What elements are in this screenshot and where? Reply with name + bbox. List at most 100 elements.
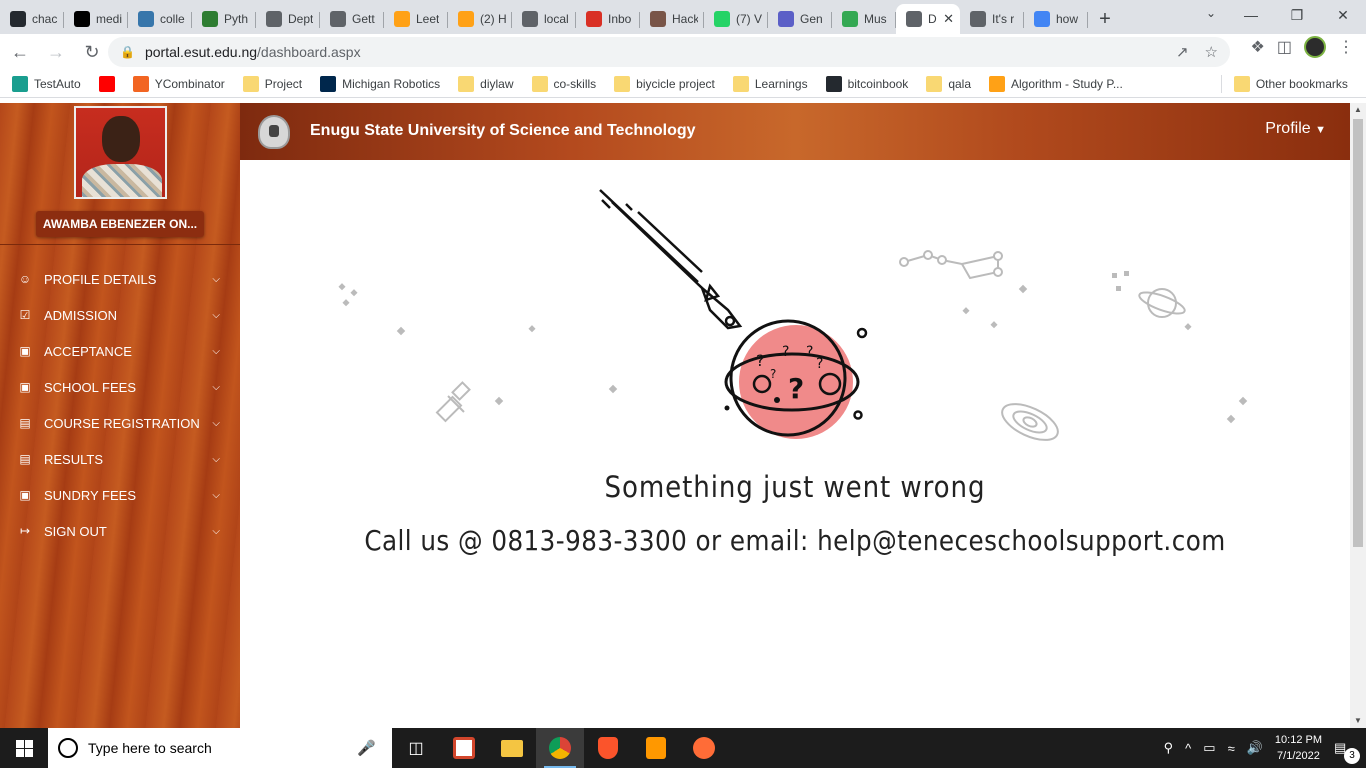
browser-tab[interactable]: D ✕ bbox=[896, 4, 960, 34]
browser-tab[interactable]: Pyth bbox=[192, 4, 256, 34]
browser-tab[interactable]: how bbox=[1024, 4, 1088, 34]
battery-icon[interactable]: ▭ bbox=[1203, 740, 1215, 756]
wifi-icon[interactable]: ≈ bbox=[1228, 741, 1235, 756]
task-view-icon[interactable]: ◫ bbox=[392, 728, 440, 768]
scroll-up-icon[interactable]: ▲ bbox=[1350, 103, 1366, 117]
sidebar: AWAMBA EBENEZER ON... ☺ PROFILE DETAILS ⌵ ☑… bbox=[0, 103, 240, 728]
browser-menu-icon[interactable]: ⋮ bbox=[1338, 37, 1354, 57]
signout-icon: ↦ bbox=[19, 524, 31, 538]
taskbar-search[interactable]: Type here to search 🎤 bbox=[48, 728, 392, 768]
ycombinator-icon bbox=[132, 75, 149, 92]
chevron-down-icon: ⌵ bbox=[212, 525, 220, 537]
other-bookmarks[interactable]: Other bookmarks bbox=[1233, 75, 1348, 92]
scroll-down-icon[interactable]: ▼ bbox=[1350, 714, 1366, 728]
checkbox-icon: ☑ bbox=[19, 308, 31, 322]
tools-icon bbox=[650, 11, 666, 27]
browser-tab[interactable]: Dept bbox=[256, 4, 320, 34]
profile-dropdown[interactable]: Profile ▼ bbox=[1265, 120, 1326, 138]
browser-tab-label: colle bbox=[160, 12, 185, 26]
browser-tab[interactable]: Hack bbox=[640, 4, 704, 34]
tab-close-icon[interactable]: ✕ bbox=[943, 11, 954, 27]
start-button[interactable] bbox=[0, 728, 48, 768]
browser-tab[interactable]: local bbox=[512, 4, 576, 34]
xampp-icon[interactable] bbox=[440, 728, 488, 768]
extensions-puzzle-icon[interactable]: ❖ bbox=[1251, 37, 1265, 57]
windows-taskbar: Type here to search 🎤 ◫ ⚲ ^ ▭ ≈ 🔊 10:12 … bbox=[0, 728, 1366, 768]
reload-button[interactable]: ↻ bbox=[76, 36, 108, 68]
bookmark-item[interactable]: co-skills bbox=[531, 75, 596, 92]
notification-badge: 3 bbox=[1344, 748, 1360, 764]
restore-button[interactable]: ❐ bbox=[1274, 0, 1320, 30]
sidebar-item-profile-details[interactable]: ☺ PROFILE DETAILS ⌵ bbox=[0, 261, 240, 297]
browser-tab[interactable]: medi bbox=[64, 4, 128, 34]
postman-icon[interactable] bbox=[680, 728, 728, 768]
share-icon[interactable]: ↗ bbox=[1176, 43, 1189, 61]
browser-tab[interactable]: Leet bbox=[384, 4, 448, 34]
side-panel-icon[interactable]: ◫ bbox=[1277, 37, 1292, 57]
bookmark-item[interactable] bbox=[98, 75, 115, 92]
portal-header: Enugu State University of Science and Te… bbox=[240, 103, 1350, 160]
new-tab-button[interactable]: + bbox=[1088, 4, 1122, 34]
github-icon bbox=[10, 11, 26, 27]
browser-tab[interactable]: Mus bbox=[832, 4, 896, 34]
browser-tab[interactable]: Inbo bbox=[576, 4, 640, 34]
brave-icon[interactable] bbox=[584, 728, 632, 768]
bookmark-item[interactable]: TestAuto bbox=[12, 75, 81, 92]
browser-tab[interactable]: (2) H bbox=[448, 4, 512, 34]
clock[interactable]: 10:12 PM 7/1/2022 bbox=[1275, 732, 1322, 764]
globe-icon bbox=[522, 11, 538, 27]
svg-text:?: ? bbox=[816, 356, 823, 372]
sidebar-item-course-registration[interactable]: ▤ COURSE REGISTRATION ⌵ bbox=[0, 405, 240, 441]
sidebar-item-admission[interactable]: ☑ ADMISSION ⌵ bbox=[0, 297, 240, 333]
taskbar-search-placeholder: Type here to search bbox=[88, 740, 212, 756]
document-icon: ▤ bbox=[19, 452, 31, 466]
close-window-button[interactable]: ✕ bbox=[1320, 0, 1366, 30]
bookmark-item[interactable]: diylaw bbox=[458, 75, 514, 92]
sidebar-item-results[interactable]: ▤ RESULTS ⌵ bbox=[0, 441, 240, 477]
browser-tab[interactable]: (7) V bbox=[704, 4, 768, 34]
minimize-button[interactable]: — bbox=[1228, 0, 1274, 30]
sidebar-item-school-fees[interactable]: ▣ SCHOOL FEES ⌵ bbox=[0, 369, 240, 405]
browser-tab-label: D bbox=[928, 12, 937, 26]
microphone-icon[interactable]: 🎤 bbox=[357, 739, 376, 757]
bookmark-item[interactable]: Learnings bbox=[732, 75, 808, 92]
file-explorer-icon[interactable] bbox=[488, 728, 536, 768]
page-scrollbar[interactable]: ▲ ▼ bbox=[1350, 103, 1366, 728]
sublime-text-icon[interactable] bbox=[632, 728, 680, 768]
bookmarks-separator bbox=[1220, 74, 1222, 93]
browser-tab[interactable]: colle bbox=[128, 4, 192, 34]
tray-chevron-up-icon[interactable]: ^ bbox=[1185, 741, 1191, 756]
browser-tab-label: Dept bbox=[288, 12, 314, 26]
sidebar-item-sign-out[interactable]: ↦ SIGN OUT ⌵ bbox=[0, 513, 240, 549]
bookmark-item[interactable]: Algorithm - Study P... bbox=[989, 75, 1123, 92]
bookmark-item[interactable]: qala bbox=[926, 75, 971, 92]
browser-tab[interactable]: It's r bbox=[960, 4, 1024, 34]
browser-tab[interactable]: chac bbox=[0, 4, 64, 34]
student-photo bbox=[74, 106, 167, 199]
bookmark-star-icon[interactable]: ☆ bbox=[1205, 43, 1218, 61]
chrome-taskbar-icon[interactable] bbox=[536, 728, 584, 768]
bookmark-item[interactable]: Michigan Robotics bbox=[320, 75, 440, 92]
browser-tab[interactable]: Gett bbox=[320, 4, 384, 34]
sidebar-item-sundry-fees[interactable]: ▣ SUNDRY FEES ⌵ bbox=[0, 477, 240, 513]
bookmark-item[interactable]: biycicle project bbox=[614, 75, 715, 92]
browser-profile-avatar[interactable] bbox=[1304, 36, 1326, 58]
browser-tab[interactable]: Gen bbox=[768, 4, 832, 34]
forward-button[interactable]: → bbox=[40, 36, 72, 68]
bookmark-item[interactable]: YCombinator bbox=[132, 75, 225, 92]
address-bar[interactable]: 🔒 portal.esut.edu.ng/dashboard.aspx ↗ ☆ bbox=[108, 37, 1230, 67]
bookmark-item[interactable]: Project bbox=[242, 75, 302, 92]
people-icon[interactable]: ⚲ bbox=[1164, 740, 1174, 756]
doc-icon bbox=[330, 11, 346, 27]
clock-date: 7/1/2022 bbox=[1277, 750, 1320, 762]
back-button[interactable]: ← bbox=[4, 36, 36, 68]
scroll-thumb[interactable] bbox=[1353, 119, 1363, 547]
browser-tab-label: Gen bbox=[800, 12, 823, 26]
notification-center-icon[interactable]: ▤ 3 bbox=[1334, 740, 1360, 764]
sidebar-item-acceptance[interactable]: ▣ ACCEPTANCE ⌵ bbox=[0, 333, 240, 369]
bookmark-item[interactable]: bitcoinbook bbox=[825, 75, 908, 92]
volume-icon[interactable]: 🔊 bbox=[1247, 740, 1263, 756]
student-name: AWAMBA EBENEZER ON... bbox=[36, 211, 204, 237]
browser-tab-label: (2) H bbox=[480, 12, 506, 26]
tab-search-chevron-icon[interactable]: ⌄ bbox=[1206, 6, 1216, 20]
